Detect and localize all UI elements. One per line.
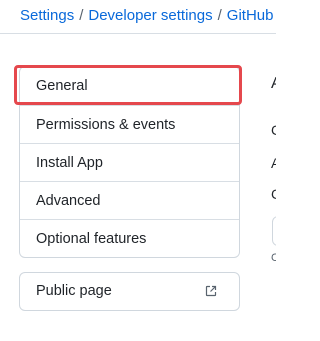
right-panel-clipped: A C A C C: [268, 0, 276, 341]
right-text-fragment: C: [271, 122, 276, 138]
breadcrumb: Settings/Developer settings/GitHub Ap: [20, 6, 276, 26]
header: Settings/Developer settings/GitHub Ap: [0, 0, 276, 34]
breadcrumb-separator: /: [217, 7, 222, 24]
public-page-link[interactable]: Public page: [19, 272, 240, 311]
breadcrumb-developer-settings[interactable]: Developer settings: [88, 7, 212, 24]
right-text-fragment: A: [271, 155, 276, 171]
right-heading-fragment: A: [271, 76, 276, 92]
settings-menu: General Permissions & events Install App…: [19, 66, 240, 258]
menu-item-optional-features[interactable]: Optional features: [20, 219, 239, 257]
menu-item-permissions-events[interactable]: Permissions & events: [20, 105, 239, 143]
menu-item-general[interactable]: General: [20, 67, 239, 105]
right-text-fragment: C: [271, 252, 276, 264]
public-page-label: Public page: [36, 283, 112, 299]
breadcrumb-settings[interactable]: Settings: [20, 7, 74, 24]
breadcrumb-separator: /: [79, 7, 84, 24]
right-text-fragment: C: [271, 186, 276, 202]
page: Settings/Developer settings/GitHub Ap Ge…: [0, 0, 276, 341]
external-link-icon: [205, 285, 217, 297]
right-input-field[interactable]: [272, 216, 276, 246]
menu-item-advanced[interactable]: Advanced: [20, 181, 239, 219]
menu-item-install-app[interactable]: Install App: [20, 143, 239, 181]
